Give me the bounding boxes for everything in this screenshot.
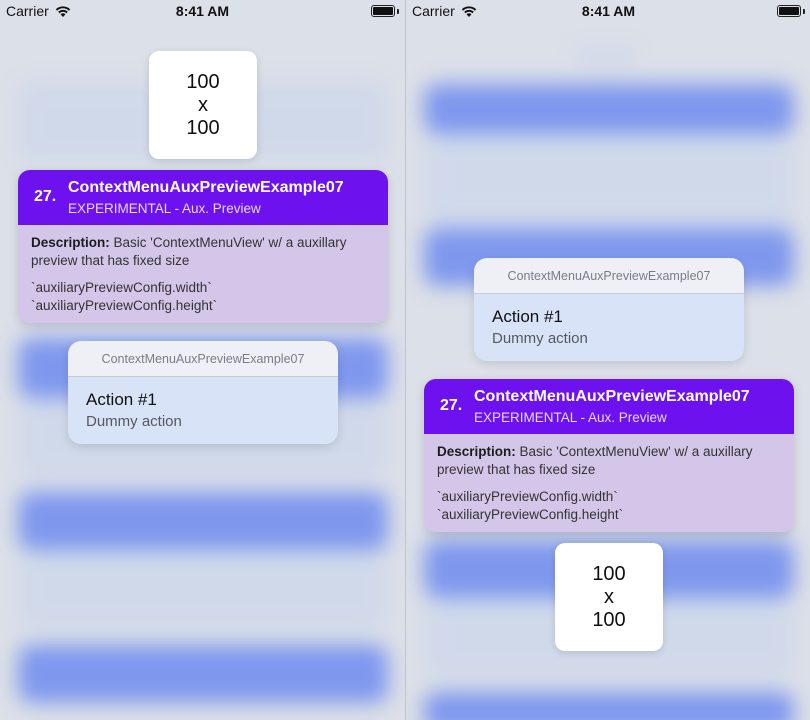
status-bar: Carrier 8:41 AM [0, 0, 405, 24]
card-title: ContextMenuAuxPreviewExample07 [68, 179, 344, 196]
menu-header: ContextMenuAuxPreviewExample07 [474, 258, 744, 294]
aux-preview-x: x [604, 585, 614, 608]
aux-preview: 100 x 100 [555, 543, 663, 651]
example-card[interactable]: 27. ContextMenuAuxPreviewExample07 EXPER… [18, 170, 388, 323]
card-body: Description: Basic 'ContextMenuView' w/ … [18, 225, 388, 323]
menu-item-action-1[interactable]: Action #1 Dummy action [68, 377, 338, 444]
card-body: Description: Basic 'ContextMenuView' w/ … [424, 434, 794, 532]
aux-preview-height: 100 [186, 116, 220, 139]
menu-item-title: Action #1 [86, 390, 157, 409]
aux-preview-height: 100 [592, 608, 626, 631]
menu-item-action-1[interactable]: Action #1 Dummy action [474, 294, 744, 361]
clock: 8:41 AM [581, 3, 636, 19]
menu-header: ContextMenuAuxPreviewExample07 [68, 341, 338, 377]
aux-preview-width: 100 [592, 562, 626, 585]
card-description: Description: Basic 'ContextMenuView' w/ … [437, 444, 753, 477]
menu-item-subtitle: Dummy action [86, 413, 182, 430]
context-menu: ContextMenuAuxPreviewExample07 Action #1… [68, 341, 338, 444]
menu-item-title: Action #1 [492, 307, 563, 326]
screen-left: Carrier 8:41 AM 100 x 100 27. ContextMen… [0, 0, 405, 720]
screen-right: Carrier 8:41 AM ContextMenuAuxPreviewExa… [405, 0, 810, 720]
example-card[interactable]: 27. ContextMenuAuxPreviewExample07 EXPER… [424, 379, 794, 532]
card-subtitle: EXPERIMENTAL - Aux. Preview [68, 201, 261, 216]
card-header: 27. ContextMenuAuxPreviewExample07 EXPER… [424, 379, 794, 434]
menu-item-subtitle: Dummy action [492, 330, 588, 347]
status-bar: Carrier 8:41 AM [406, 0, 810, 24]
card-subtitle: EXPERIMENTAL - Aux. Preview [474, 410, 667, 425]
battery-icon [371, 5, 395, 17]
card-number: 27. [440, 397, 463, 414]
card-title: ContextMenuAuxPreviewExample07 [474, 388, 750, 405]
battery-icon [777, 5, 801, 17]
card-description: Description: Basic 'ContextMenuView' w/ … [31, 235, 347, 268]
context-menu: ContextMenuAuxPreviewExample07 Action #1… [474, 258, 744, 361]
aux-preview-width: 100 [186, 70, 220, 93]
card-header: 27. ContextMenuAuxPreviewExample07 EXPER… [18, 170, 388, 225]
aux-preview: 100 x 100 [149, 51, 257, 159]
clock: 8:41 AM [175, 3, 230, 19]
card-code: `auxiliaryPreviewConfig.width` `auxiliar… [31, 280, 218, 313]
card-number: 27. [34, 188, 57, 205]
card-code: `auxiliaryPreviewConfig.width` `auxiliar… [437, 489, 624, 522]
aux-preview-x: x [198, 93, 208, 116]
